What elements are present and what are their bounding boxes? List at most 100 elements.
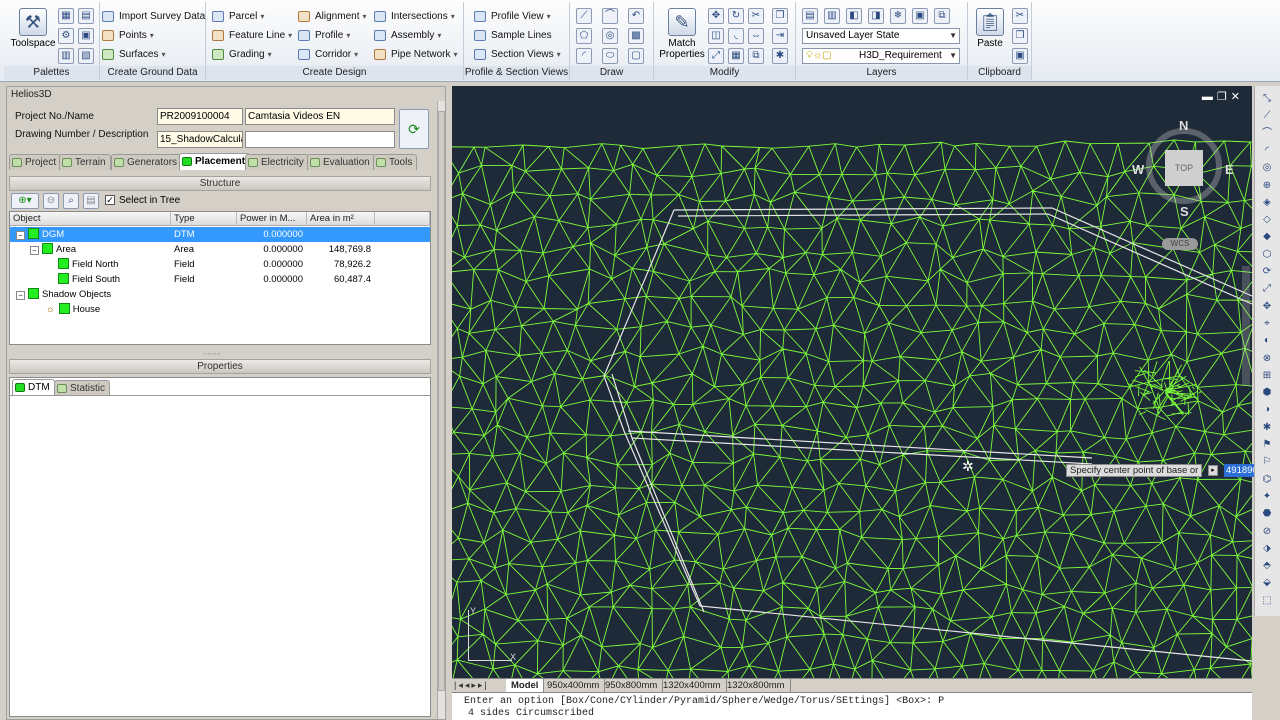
intersections-button[interactable]: Intersections ▾ [374, 8, 455, 25]
stretch-icon[interactable]: ⇔ [748, 28, 764, 44]
grid-icon[interactable]: ⊞ [1259, 369, 1275, 383]
close-icon[interactable]: ✕ [1231, 91, 1244, 103]
tab-layout-950x800[interactable]: 950x800mm [600, 679, 664, 692]
orbit-icon[interactable]: ⟳ [1259, 265, 1275, 279]
palette-scrollbar[interactable] [437, 101, 445, 719]
layer-states-icon[interactable]: ▥ [824, 8, 840, 24]
palette-tool-2[interactable]: ▤ [78, 8, 94, 24]
viewport-scrollbar[interactable] [1242, 266, 1250, 386]
view-cube[interactable]: TOP N S E W WCS [1132, 118, 1234, 250]
corridor-button[interactable]: Corridor ▾ [298, 46, 358, 63]
collapse-icon[interactable]: − [16, 291, 25, 300]
null-tool-icon[interactable]: ⊘ [1259, 525, 1275, 539]
tab-layout-1320x800[interactable]: 1320x800mm [722, 679, 791, 692]
tab-project[interactable]: Project [9, 154, 62, 170]
collapse-icon[interactable]: − [30, 246, 39, 255]
drawing-no-field[interactable]: 15_ShadowCalcula [157, 131, 243, 148]
select-in-tree-checkbox[interactable]: ✓ [105, 195, 115, 205]
feature-line-button[interactable]: Feature Line ▾ [212, 27, 292, 44]
paste-button[interactable]: 📋︎ Paste [972, 8, 1008, 49]
layer-properties-icon[interactable]: ▤ [802, 8, 818, 24]
palette-tool-4[interactable]: ▣ [78, 28, 94, 44]
palette-tool-6[interactable]: ▧ [78, 48, 94, 64]
draw-title[interactable]: Draw [570, 66, 653, 80]
palette-tool-1[interactable]: ▦ [58, 8, 74, 24]
section-views-button[interactable]: Section Views ▾ [474, 46, 561, 63]
surfaces-button[interactable]: Surfaces ▾ [102, 46, 165, 63]
tab-electricity[interactable]: Electricity [245, 154, 309, 170]
scale-icon[interactable]: ⤢ [708, 48, 724, 64]
polyline-icon[interactable]: ⌒ [602, 8, 618, 24]
table-row[interactable]: − DGM DTM 0.000000 [10, 227, 430, 242]
fillet-icon[interactable]: ◟ [728, 28, 744, 44]
circle-icon[interactable]: ◎ [602, 28, 618, 44]
tab-layout-950x400[interactable]: 950x400mm [542, 679, 606, 692]
profile-view-button[interactable]: Profile View ▾ [474, 8, 551, 25]
add-icon[interactable]: ⊕▾ [11, 193, 39, 209]
half-shade-icon[interactable]: ◑ [1259, 403, 1275, 417]
layer-state-select[interactable]: Unsaved Layer State ▼ [802, 28, 960, 44]
line-icon[interactable]: ⟋ [576, 8, 592, 24]
zoom-extents-icon[interactable]: ⤡ [1259, 92, 1275, 106]
match-properties-button[interactable]: ✎ Match Properties [658, 8, 706, 60]
table-row[interactable]: Field North Field 0.000000 78,926.2 [10, 257, 430, 272]
profile-button[interactable]: Profile ▾ [298, 27, 350, 44]
col-area[interactable]: Area in m² [307, 212, 375, 226]
tab-generators[interactable]: Generators [111, 154, 183, 170]
command-line[interactable]: Enter an option [Box/Cone/CYlinder/Pyram… [452, 692, 1252, 720]
explode-icon[interactable]: ✱ [772, 48, 788, 64]
snap-poly-icon[interactable]: ⬡ [1259, 248, 1275, 262]
modify-title[interactable]: Modify [654, 66, 795, 80]
palettes-title[interactable]: Palettes [4, 66, 99, 80]
snap-intersect-icon[interactable]: ◆ [1259, 230, 1275, 244]
array-icon[interactable]: ▦ [728, 48, 744, 64]
scroll-thumb[interactable] [438, 111, 445, 691]
snap-center-icon[interactable]: ⊕ [1259, 179, 1275, 193]
move-icon[interactable]: ✥ [708, 8, 724, 24]
tab-tools[interactable]: Tools [373, 154, 418, 170]
alignment-button[interactable]: Alignment ▾ [298, 8, 366, 25]
tri-right-icon[interactable]: ⬘ [1259, 559, 1275, 573]
project-no-field[interactable]: PR2009100004 [157, 108, 243, 125]
col-power[interactable]: Power in M... [237, 212, 307, 226]
snap-node-icon[interactable]: ◈ [1259, 196, 1275, 210]
hatch-icon[interactable]: ▩ [628, 28, 644, 44]
tri-up-icon[interactable]: ⬙ [1259, 576, 1275, 590]
restore-icon[interactable]: ❐ [1217, 91, 1231, 103]
cut-icon[interactable]: ✂ [1012, 8, 1028, 24]
trim-icon[interactable]: ✂ [748, 8, 764, 24]
layer-match-icon[interactable]: ⧉ [934, 8, 950, 24]
pipe-tool-icon[interactable]: ⌬ [1259, 473, 1275, 487]
region-icon[interactable]: ▢ [628, 48, 644, 64]
copy-clip-icon[interactable]: ❐ [1012, 28, 1028, 44]
tab-nav-icons[interactable]: |◂◂▸▸| [454, 679, 489, 692]
collapse-icon[interactable]: − [16, 231, 25, 240]
cube-face-top[interactable]: TOP [1165, 150, 1203, 186]
zoom-window-icon[interactable]: ⤢ [1259, 282, 1275, 296]
undo-draw-icon[interactable]: ↶ [628, 8, 644, 24]
zoom-icon[interactable]: ⌕ [63, 193, 79, 209]
tooltip-arrow-icon[interactable]: ▸ [1208, 465, 1218, 476]
tri-left-icon[interactable]: ⬗ [1259, 542, 1275, 556]
extend-icon[interactable]: ⇥ [772, 28, 788, 44]
drawing-viewport[interactable]: ▬❐✕ TOP N S E W WCS Y X ✲ [452, 86, 1252, 678]
toolspace-button[interactable]: ⚒ Toolspace [8, 8, 58, 49]
offset-icon[interactable]: ⧉ [748, 48, 764, 64]
list-icon[interactable]: ▤ [83, 193, 99, 209]
star-tool-icon[interactable]: ✦ [1259, 490, 1275, 504]
draw-circle-icon[interactable]: ◎ [1259, 161, 1275, 175]
palette-tool-3[interactable]: ⚙ [58, 28, 74, 44]
col-type[interactable]: Type [171, 212, 237, 226]
target-icon[interactable]: ⌖ [1259, 317, 1275, 331]
design-title[interactable]: Create Design [206, 66, 463, 80]
tab-terrain[interactable]: Terrain [59, 154, 111, 170]
tab-placement[interactable]: Placement [179, 153, 251, 170]
grading-button[interactable]: Grading ▾ [212, 46, 272, 63]
box-tool-icon[interactable]: ⬚ [1259, 594, 1275, 608]
tab-evaluation[interactable]: Evaluation [307, 154, 375, 170]
pipe-network-button[interactable]: Pipe Network ▾ [374, 46, 457, 63]
sample-lines-button[interactable]: Sample Lines [474, 27, 552, 44]
parcel-button[interactable]: Parcel ▾ [212, 8, 264, 25]
mirror-icon[interactable]: ◫ [708, 28, 724, 44]
hex-mark-icon[interactable]: ⬣ [1259, 507, 1275, 521]
